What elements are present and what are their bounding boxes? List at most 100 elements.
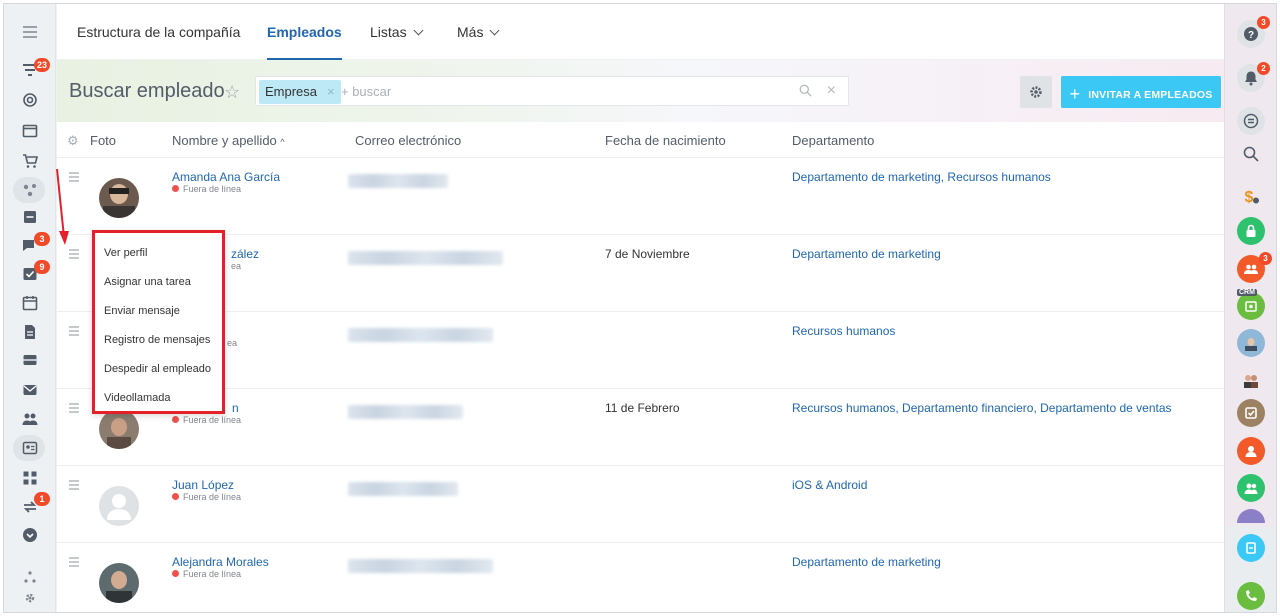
department-link[interactable]: Departamento de marketing [792,247,941,261]
avatar[interactable] [99,178,139,218]
status-text: Fuera de línea [183,492,242,502]
drag-handle-icon[interactable] [69,403,79,415]
couple-avatar[interactable] [1237,366,1265,394]
employee-name[interactable]: Alejandra Morales [172,555,269,569]
col-department: Departamento [792,133,875,148]
chevron-down-icon [413,25,424,36]
tab-employees[interactable]: Empleados [267,4,342,60]
status: Fuera de línea [172,184,241,194]
cart-icon[interactable] [19,151,41,171]
invite-employees-button[interactable]: + INVITAR A EMPLEADOS [1061,76,1221,108]
chip-remove-icon[interactable]: × [327,84,335,99]
status-text: Fuera de línea [183,184,242,194]
employee-name[interactable]: n [232,401,239,415]
avatar[interactable] [99,563,139,603]
apps-grid-icon[interactable] [19,468,41,488]
share-icon[interactable] [1237,534,1265,562]
birthday: 7 de Noviembre [605,247,690,261]
document-icon[interactable] [19,322,41,342]
tab-more[interactable]: Más [457,4,500,60]
search-icon[interactable] [1237,140,1265,168]
drag-handle-icon[interactable] [69,557,79,569]
employee-name[interactable]: Amanda Ana García [172,170,280,184]
search-box[interactable]: Empresa × + buscar × [255,76,849,106]
settings-icon[interactable] [19,588,41,608]
department-link[interactable]: iOS & Android [792,478,867,492]
messages-icon[interactable] [1237,107,1265,135]
avatar[interactable] [1237,329,1265,357]
page-header: Buscar empleado ☆ Empresa × + buscar × + I… [57,60,1225,122]
menu-item-video-call[interactable]: Videollamada [104,392,170,404]
left-sidebar: 23 3 9 1 [4,4,56,612]
offline-dot [172,185,179,192]
checklist-icon[interactable] [1237,399,1265,427]
clear-icon[interactable]: × [827,82,836,100]
employees-icon[interactable] [19,409,41,429]
page-title: Buscar empleado [69,80,225,102]
dollar-lock-icon[interactable]: $ [1237,182,1265,210]
user-icon[interactable] [1237,437,1265,465]
status-text: Fuera de línea [183,415,242,425]
employee-name[interactable]: zález [231,247,259,261]
search-input[interactable]: + buscar [341,77,391,107]
drag-handle-icon[interactable] [69,480,79,492]
menu-item-view-profile[interactable]: Ver perfil [104,247,147,259]
users-icon[interactable] [1237,474,1265,502]
chat-badge: 3 [34,232,50,246]
gear-icon[interactable] [1020,76,1052,108]
svg-text:$: $ [1245,189,1254,204]
sitemap-icon[interactable] [19,567,41,587]
calendar-icon[interactable] [19,293,41,313]
email-blurred [348,405,463,419]
department-link[interactable]: Recursos humanos [792,324,895,338]
mail-icon[interactable] [19,380,41,400]
tab-more-label: Más [457,24,484,40]
department-link[interactable]: Recursos humanos, Departamento financier… [792,401,1172,415]
search-icon[interactable] [799,84,812,100]
sync-badge: 1 [34,492,50,506]
filter-chip[interactable]: Empresa × [259,80,341,104]
contact-card-icon[interactable] [19,438,41,458]
drag-handle-icon[interactable] [69,249,79,261]
phone-icon[interactable] [1237,582,1265,610]
filter-badge: 23 [34,58,51,72]
col-birthday: Fecha de nacimiento [605,133,726,148]
gear-icon[interactable]: ⚙ [67,133,79,149]
offline-dot [172,570,179,577]
menu-item-assign-task[interactable]: Asignar una tarea [104,276,191,288]
chevron-down-icon [490,25,500,36]
employee-name[interactable]: Juan López [172,478,234,492]
help-badge: 3 [1257,16,1270,29]
annotation-arrow [56,168,69,245]
crm-icon[interactable] [1237,292,1265,320]
avatar-placeholder[interactable] [99,486,139,526]
status: Fuera de línea [172,492,241,502]
tab-company-structure[interactable]: Estructura de la compañía [77,4,240,60]
email-blurred [348,482,458,496]
more-avatar-partial[interactable] [1237,509,1265,523]
department-link[interactable]: Departamento de marketing, Recursos huma… [792,170,1051,184]
svg-text:?: ? [1248,30,1254,41]
status-text: Fuera de línea [183,569,242,579]
network-icon[interactable] [19,180,41,200]
menu-icon[interactable] [19,22,41,42]
menu-item-message-log[interactable]: Registro de mensajes [104,334,210,346]
chevron-down-circle-icon[interactable] [19,525,41,545]
drag-handle-icon[interactable] [69,326,79,338]
drive-icon[interactable] [19,350,41,370]
email-blurred [348,251,503,265]
inbox-icon[interactable] [19,207,41,227]
window-icon[interactable] [19,121,41,141]
department-link[interactable]: Departamento de marketing [792,555,941,569]
star-icon[interactable]: ☆ [224,82,240,103]
top-nav: Estructura de la compañía Empleados List… [57,4,1225,60]
tab-lists[interactable]: Listas [370,4,424,60]
target-icon[interactable] [19,90,41,110]
lock-icon[interactable] [1237,217,1265,245]
menu-item-dismiss-employee[interactable]: Despedir al empleado [104,363,211,375]
offline-dot [172,493,179,500]
menu-item-send-message[interactable]: Enviar mensaje [104,305,180,317]
avatar[interactable] [99,409,139,449]
group-badge: 3 [1259,252,1272,265]
col-name[interactable]: Nombre y apellido ^ [172,133,285,148]
